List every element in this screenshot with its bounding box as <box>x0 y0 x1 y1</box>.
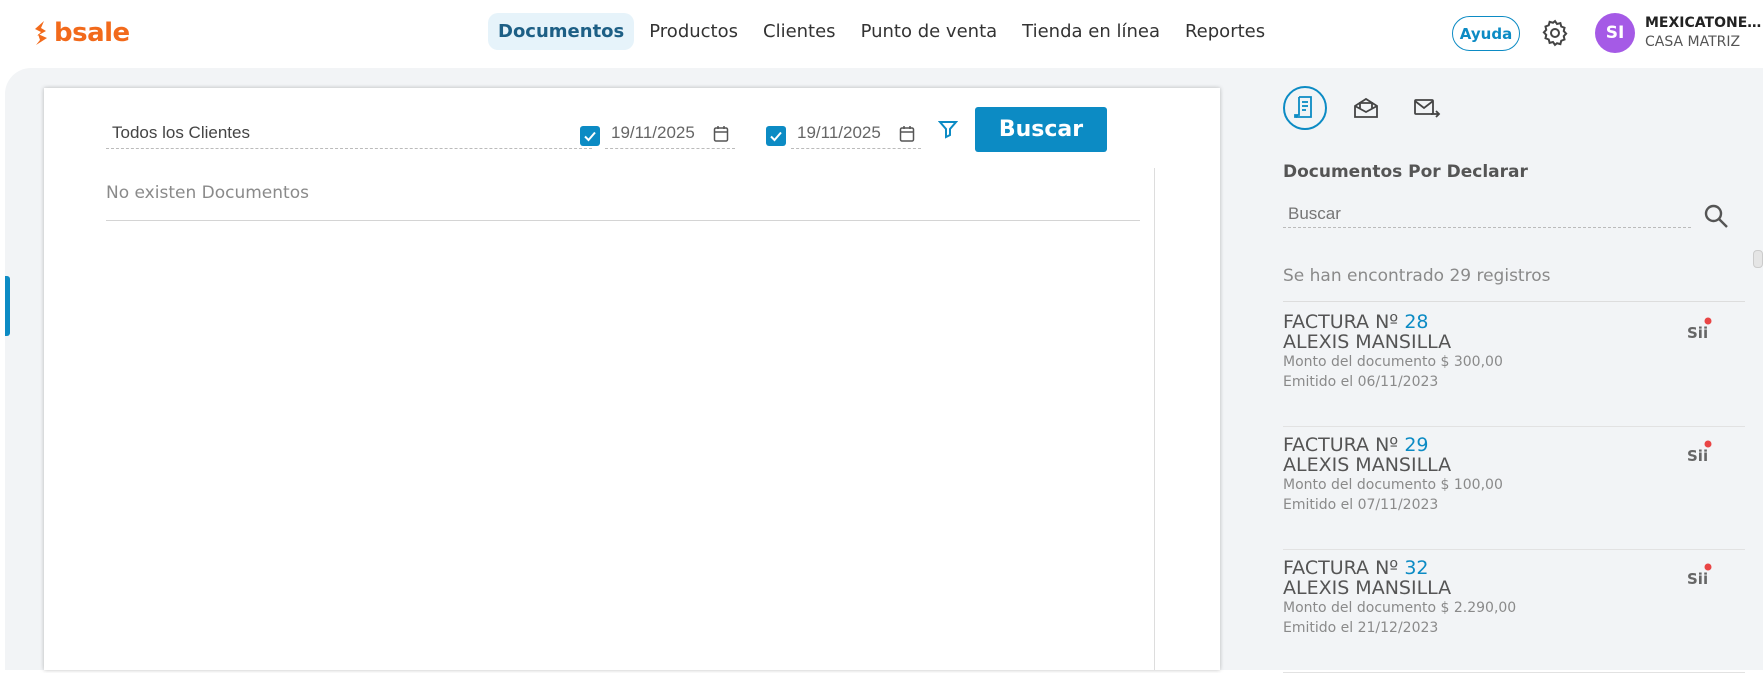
search-icon[interactable] <box>1703 203 1729 229</box>
filter-icon[interactable] <box>938 119 958 139</box>
sii-status-icon[interactable]: Sii <box>1685 316 1715 346</box>
sii-label: Sii <box>1687 324 1708 342</box>
tab-reportes[interactable]: Reportes <box>1175 13 1275 50</box>
document-client: ALEXIS MANSILLA <box>1283 454 1452 476</box>
company-info[interactable]: MEXICATONE... CASA MATRIZ <box>1645 15 1763 50</box>
document-issued-date: Emitido el 06/11/2023 <box>1283 374 1439 390</box>
send-mail-icon <box>1414 99 1441 118</box>
pending-documents-panel: Documentos Por Declarar Se han encontrad… <box>1283 86 1745 673</box>
tab-punto-de-venta[interactable]: Punto de venta <box>851 13 1008 50</box>
side-tab-documents[interactable] <box>1283 86 1327 130</box>
date-to-field[interactable]: 19/11/2025 <box>791 121 921 149</box>
tab-documentos[interactable]: Documentos <box>488 13 635 50</box>
document-number: 29 <box>1404 434 1429 456</box>
document-title: FACTURA Nº 32 <box>1283 558 1745 578</box>
side-tab-send-mail[interactable] <box>1405 86 1449 130</box>
document-amount: Monto del documento $ 300,00 <box>1283 354 1503 370</box>
document-number: 32 <box>1404 557 1429 579</box>
sii-status-icon[interactable]: Sii <box>1685 439 1715 469</box>
side-tab-marker[interactable] <box>5 276 10 336</box>
document-client: ALEXIS MANSILLA <box>1283 331 1452 353</box>
open-mail-icon <box>1354 97 1378 118</box>
document-client: ALEXIS MANSILLA <box>1283 577 1452 599</box>
main-nav: Documentos Productos Clientes Punto de v… <box>488 13 1280 50</box>
list-item[interactable]: FACTURA Nº 28 ALEXIS MANSILLA Monto del … <box>1283 304 1745 427</box>
company-name: MEXICATONE... <box>1645 15 1763 31</box>
side-tab-inbox[interactable] <box>1344 86 1388 130</box>
document-icon <box>1294 96 1312 118</box>
tab-clientes[interactable]: Clientes <box>753 13 846 50</box>
tab-productos[interactable]: Productos <box>639 13 748 50</box>
document-type: FACTURA Nº <box>1283 434 1399 456</box>
bsale-logo-icon <box>35 21 47 45</box>
sii-label: Sii <box>1687 570 1708 588</box>
document-issued-date: Emitido el 07/11/2023 <box>1283 497 1439 513</box>
check-icon <box>770 131 782 142</box>
document-title: FACTURA Nº 28 <box>1283 312 1745 332</box>
document-amount: Monto del documento $ 2.290,00 <box>1283 600 1517 616</box>
top-bar: bsale Documentos Productos Clientes Punt… <box>0 0 1763 68</box>
pending-documents-title: Documentos Por Declarar <box>1283 162 1528 182</box>
bsale-logo[interactable]: bsale <box>32 18 130 48</box>
tab-tienda-en-linea[interactable]: Tienda en línea <box>1012 13 1170 50</box>
sii-label: Sii <box>1687 447 1708 465</box>
list-item[interactable]: FACTURA Nº 29 ALEXIS MANSILLA Monto del … <box>1283 427 1745 550</box>
date-to-value: 19/11/2025 <box>797 123 881 142</box>
search-button[interactable]: Buscar <box>975 107 1107 152</box>
document-amount: Monto del documento $ 100,00 <box>1283 477 1503 493</box>
documents-panel: Todos los Clientes 19/11/2025 19/11/2025… <box>44 88 1220 670</box>
empty-results-text: No existen Documentos <box>106 183 1140 221</box>
records-count: Se han encontrado 29 registros <box>1283 266 1745 302</box>
logo-text: bsale <box>54 18 130 48</box>
date-to-checkbox[interactable] <box>766 126 786 146</box>
document-type: FACTURA Nº <box>1283 557 1399 579</box>
side-icon-bar <box>1283 86 1466 130</box>
date-from-checkbox[interactable] <box>580 126 600 146</box>
panel-divider <box>1154 168 1155 670</box>
list-item[interactable]: FACTURA Nº 32 ALEXIS MANSILLA Monto del … <box>1283 550 1745 673</box>
date-from-field[interactable]: 19/11/2025 <box>605 121 735 149</box>
pending-documents-list: FACTURA Nº 28 ALEXIS MANSILLA Monto del … <box>1283 304 1745 673</box>
document-number: 28 <box>1404 311 1429 333</box>
side-scrollbar[interactable] <box>1753 250 1763 268</box>
branch-name: CASA MATRIZ <box>1645 34 1741 50</box>
calendar-icon[interactable] <box>713 125 729 143</box>
document-issued-date: Emitido el 21/12/2023 <box>1283 620 1439 636</box>
side-search-input[interactable] <box>1283 200 1691 228</box>
check-icon <box>584 131 596 142</box>
help-button[interactable]: Ayuda <box>1452 16 1520 51</box>
client-filter-input[interactable]: Todos los Clientes <box>106 121 592 149</box>
settings-gear-icon[interactable] <box>1540 18 1570 48</box>
avatar[interactable]: SI <box>1595 13 1635 53</box>
document-title: FACTURA Nº 29 <box>1283 435 1745 455</box>
calendar-icon[interactable] <box>899 125 915 143</box>
date-from-value: 19/11/2025 <box>611 123 695 142</box>
sii-status-icon[interactable]: Sii <box>1685 562 1715 592</box>
document-type: FACTURA Nº <box>1283 311 1399 333</box>
